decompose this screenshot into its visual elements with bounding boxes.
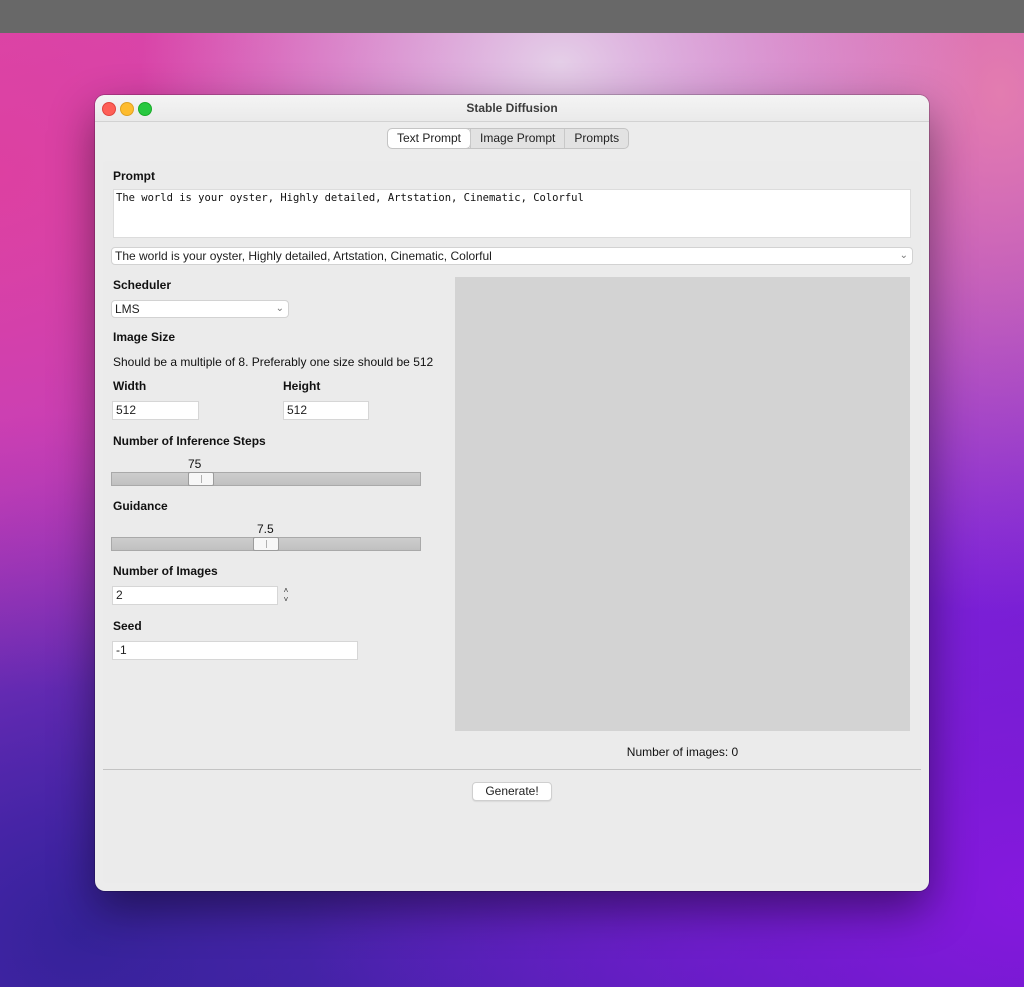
guidance-slider-handle[interactable] [253, 537, 279, 551]
tab-bar: Text Prompt Image Prompt Prompts [387, 128, 630, 149]
num-images-stepper[interactable]: ˄ ˅ [281, 586, 291, 605]
inference-steps-slider-handle[interactable] [188, 472, 214, 486]
image-count-status: Number of images: 0 [626, 745, 739, 759]
width-input[interactable]: 512 [112, 401, 199, 420]
scheduler-select[interactable]: LMS ⌄ [111, 300, 289, 318]
guidance-slider[interactable] [111, 537, 421, 551]
height-label: Height [283, 379, 321, 393]
chevron-down-icon: ⌄ [899, 250, 908, 261]
seed-input[interactable]: -1 [112, 641, 358, 660]
scheduler-value: LMS [115, 302, 140, 316]
prompt-textarea[interactable]: The world is your oyster, Highly detaile… [113, 189, 911, 238]
width-label: Width [113, 379, 147, 393]
num-images-input[interactable]: 2 [112, 586, 278, 605]
tab-text-prompt[interactable]: Text Prompt [388, 129, 471, 148]
chevron-up-icon[interactable]: ˄ [281, 586, 291, 595]
image-size-label: Image Size [113, 330, 176, 344]
guidance-value: 7.5 [257, 522, 274, 536]
window-title: Stable Diffusion [466, 101, 558, 115]
text-prompt-panel: Prompt The world is your oyster, Highly … [103, 161, 921, 883]
divider [103, 769, 921, 770]
guidance-label: Guidance [113, 499, 168, 513]
tab-image-prompt[interactable]: Image Prompt [470, 129, 564, 148]
app-window: Stable Diffusion Text Prompt Image Promp… [95, 95, 929, 891]
inference-steps-slider[interactable] [111, 472, 421, 486]
prompt-label: Prompt [113, 169, 155, 183]
inference-steps-value: 75 [188, 457, 202, 471]
generate-button[interactable]: Generate! [472, 782, 552, 801]
prompt-history-value: The world is your oyster, Highly detaile… [115, 249, 492, 263]
scheduler-label: Scheduler [113, 278, 172, 292]
image-size-hint: Should be a multiple of 8. Preferably on… [113, 355, 434, 369]
inference-steps-label: Number of Inference Steps [113, 434, 266, 448]
chevron-down-icon: ⌄ [275, 303, 284, 314]
title-bar: Stable Diffusion [95, 95, 929, 122]
prompt-history-combo[interactable]: The world is your oyster, Highly detaile… [111, 247, 913, 265]
chevron-down-icon[interactable]: ˅ [281, 595, 291, 604]
num-images-label: Number of Images [113, 564, 218, 578]
tab-prompts[interactable]: Prompts [564, 129, 628, 148]
image-preview-area [455, 277, 910, 731]
height-input[interactable]: 512 [283, 401, 369, 420]
system-menu-bar [0, 0, 1024, 33]
seed-label: Seed [113, 619, 142, 633]
